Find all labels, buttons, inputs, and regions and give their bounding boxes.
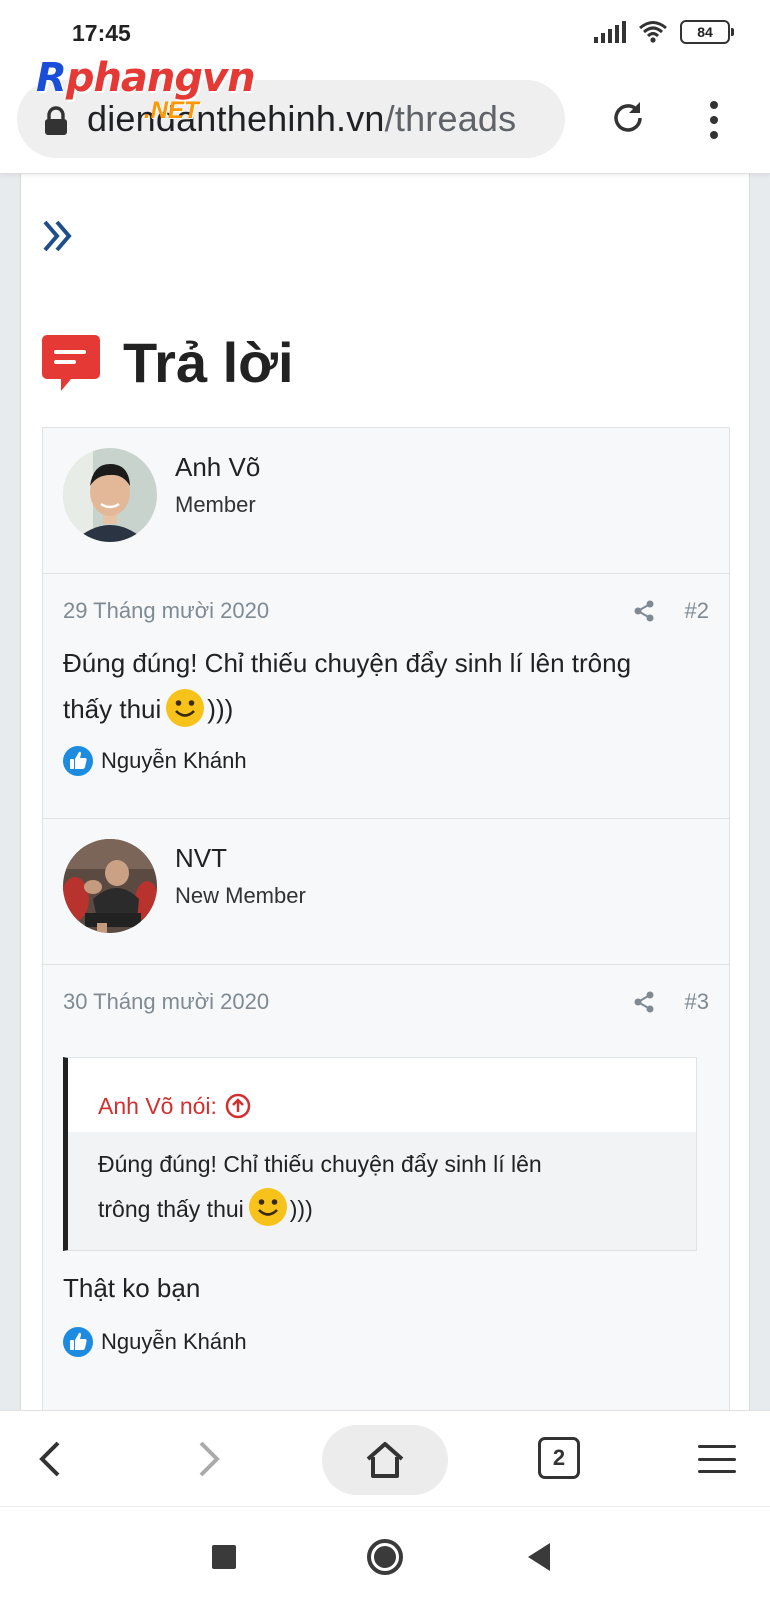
menu-button[interactable]: [698, 1445, 736, 1473]
reload-icon: [614, 102, 642, 132]
user-title: New Member: [175, 883, 306, 908]
post-user-block: Anh Võ Member: [43, 428, 729, 574]
smile-emoji-icon: [248, 1188, 287, 1226]
smile-emoji-icon: [166, 689, 205, 727]
url-text[interactable]: diendanthehinh.vn/threads: [87, 98, 516, 140]
username[interactable]: Anh Võ: [175, 452, 260, 483]
page-title: Trả lời: [123, 331, 294, 394]
circle-icon: [374, 1546, 396, 1568]
avatar[interactable]: [63, 839, 157, 933]
browser-toolbar: 2: [0, 1410, 770, 1506]
quote-line: Đúng đúng! Chỉ thiếu chuyện đẩy sinh lí …: [98, 1151, 542, 1177]
quote-text: Đúng đúng! Chỉ thiếu chuyện đẩy sinh lí …: [68, 1132, 696, 1232]
quote-block: Anh Võ nói: Đúng đúng! Chỉ thiếu chuyện …: [63, 1057, 697, 1251]
post-message-line: Đúng đúng! Chỉ thiếu chuyện đẩy sinh lí …: [63, 648, 632, 678]
arrow-up-circle-icon[interactable]: [225, 1093, 251, 1119]
like-icon: [63, 1327, 93, 1357]
post-message: Thật ko bạn: [63, 1273, 201, 1303]
like-icon: [63, 746, 93, 776]
tabs-button[interactable]: 2: [538, 1437, 580, 1479]
user-title: Member: [175, 492, 256, 517]
more-icon: [710, 101, 718, 109]
avatar[interactable]: [63, 448, 157, 542]
share-icon[interactable]: [633, 600, 655, 627]
address-bar[interactable]: diendanthehinh.vn/threads: [17, 80, 565, 158]
url-domain: diendanthehinh.vn: [87, 98, 385, 139]
chevrons-icon[interactable]: [41, 218, 77, 259]
home-button[interactable]: [322, 1425, 448, 1495]
signal-icon: [594, 21, 626, 43]
reactions-bar[interactable]: Nguyễn Khánh: [63, 1327, 247, 1357]
reply-icon: [42, 334, 100, 391]
post-number-link[interactable]: #2: [685, 598, 709, 624]
liked-by[interactable]: Nguyễn Khánh: [101, 748, 247, 774]
post-message-line: thấy thui: [63, 694, 162, 724]
menu-icon: [698, 1445, 736, 1448]
status-icons: 84: [594, 20, 734, 44]
forward-icon: [199, 1441, 220, 1477]
quote-header[interactable]: Anh Võ nói:: [68, 1058, 696, 1132]
post-message-suffix: ))): [207, 694, 234, 724]
tabs-count: 2: [552, 1445, 566, 1470]
share-icon[interactable]: [633, 991, 655, 1018]
back-button[interactable]: [36, 1439, 66, 1484]
post-date[interactable]: 29 Tháng mười 2020: [63, 598, 269, 624]
post-number-link[interactable]: #3: [685, 989, 709, 1015]
system-home-button[interactable]: [367, 1539, 403, 1575]
reactions-bar[interactable]: Nguyễn Khánh: [63, 746, 247, 776]
post-user-block: NVT New Member: [43, 819, 729, 965]
thread-card: Trả lời Anh Võ Member 29 Tháng mười 2020…: [20, 174, 750, 1410]
status-bar: 17:45 84: [0, 0, 770, 62]
reload-button[interactable]: [605, 95, 651, 141]
system-back-button[interactable]: [528, 1543, 550, 1571]
reply-section-header: Trả lời: [41, 330, 294, 395]
quote-author[interactable]: Anh Võ nói:: [98, 1093, 217, 1120]
home-icon: [366, 1442, 404, 1478]
quote-suffix: ))): [289, 1196, 313, 1222]
forward-button[interactable]: [193, 1439, 223, 1484]
username[interactable]: NVT: [175, 843, 227, 874]
battery-level: 84: [697, 24, 713, 40]
page-content: Trả lời Anh Võ Member 29 Tháng mười 2020…: [0, 174, 770, 1410]
post-message: Đúng đúng! Chỉ thiếu chuyện đẩy sinh lí …: [63, 640, 711, 732]
liked-by[interactable]: Nguyễn Khánh: [101, 1329, 247, 1355]
browser-address-area: diendanthehinh.vn/threads: [0, 62, 770, 174]
system-nav-bar: [0, 1506, 770, 1600]
more-menu-button[interactable]: [694, 97, 734, 143]
post-item: NVT New Member 30 Tháng mười 2020 #3 Anh…: [42, 818, 730, 1410]
post-item: Anh Võ Member 29 Tháng mười 2020 #2 Đúng…: [42, 427, 730, 819]
battery-icon: 84: [680, 20, 734, 44]
back-icon: [39, 1441, 60, 1477]
recents-button[interactable]: [212, 1545, 236, 1569]
lock-icon: [43, 106, 69, 141]
status-time: 17:45: [72, 20, 131, 46]
wifi-icon: [638, 20, 668, 44]
quote-line: trông thấy thui: [98, 1196, 244, 1222]
post-date[interactable]: 30 Tháng mười 2020: [63, 989, 269, 1015]
url-path: /threads: [384, 98, 517, 139]
